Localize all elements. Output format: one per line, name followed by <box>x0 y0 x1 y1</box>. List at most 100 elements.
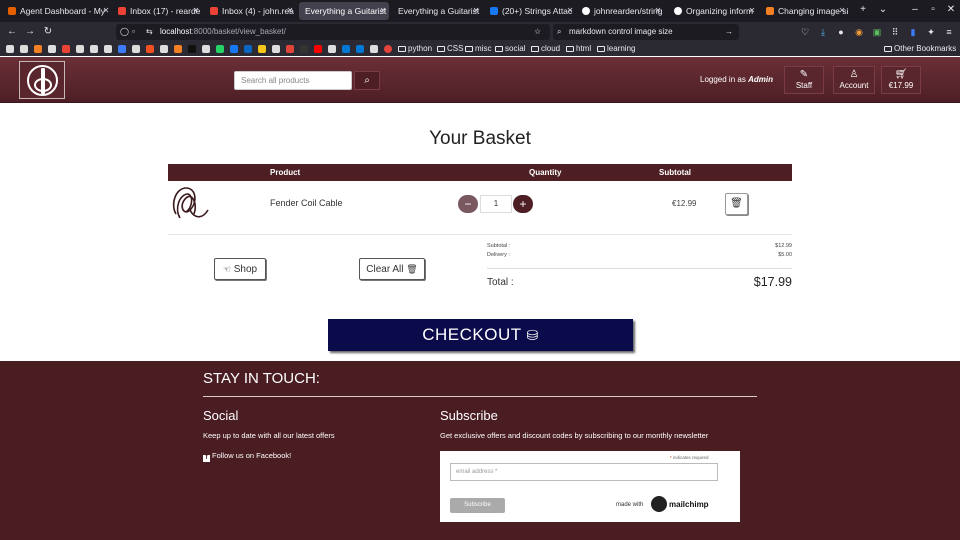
close-tab-icon[interactable]: ✕ <box>472 2 480 20</box>
bookmark-icon[interactable] <box>62 45 70 53</box>
folder-icon <box>597 46 605 52</box>
browser-tab[interactable]: Agent Dashboard - My ✕ <box>4 2 112 20</box>
remove-item-button[interactable]: 🗑︎ <box>725 193 748 215</box>
pocket-icon[interactable]: ♡ <box>799 26 811 38</box>
site-logo[interactable] <box>19 61 65 99</box>
account-button[interactable]: ♙ Account <box>833 66 875 94</box>
mailchimp-logo-text[interactable]: mailchimp <box>669 500 709 509</box>
checkout-button[interactable]: CHECKOUT ⛁ <box>328 319 633 351</box>
bookmark-icon[interactable] <box>244 45 252 53</box>
mailchimp-logo-icon[interactable] <box>651 496 667 512</box>
close-tab-icon[interactable]: ✕ <box>286 2 294 20</box>
bookmark-folder[interactable]: python <box>398 42 432 56</box>
subscribe-button[interactable]: Subscribe <box>450 498 505 513</box>
bookmark-folder[interactable]: cloud <box>531 42 560 56</box>
browser-tab[interactable]: (20+) Strings Attac ✕ <box>486 2 576 20</box>
bookmark-icon[interactable] <box>48 45 56 53</box>
product-search-input[interactable]: Search all products <box>234 71 352 90</box>
list-tabs-icon[interactable]: ⌄ <box>876 3 890 17</box>
clear-all-button[interactable]: Clear All 🗑︎ <box>359 258 425 280</box>
bookmark-icon[interactable] <box>286 45 294 53</box>
browser-tab[interactable]: Inbox (4) - john.rea ✕ <box>206 2 296 20</box>
bookmark-icon[interactable] <box>216 45 224 53</box>
facebook-link[interactable]: f Follow us on Facebook! <box>203 451 291 462</box>
newsletter-email-input[interactable]: email address * <box>450 463 718 481</box>
reload-icon[interactable]: ↻ <box>41 25 55 39</box>
extension-icon[interactable]: ◉ <box>853 26 865 38</box>
shop-button[interactable]: ☜ Shop <box>214 258 266 280</box>
close-tab-icon[interactable]: ✕ <box>838 2 846 20</box>
bookmark-folder[interactable]: misc <box>465 42 491 56</box>
bookmark-icon[interactable] <box>188 45 196 53</box>
url-bar[interactable]: ◯ ▫ ⇆ localhost:8000/basket/view_basket/… <box>116 24 550 40</box>
new-tab-button[interactable]: + <box>856 3 870 17</box>
browser-tab[interactable]: Organizing inform ✕ <box>670 2 758 20</box>
bookmark-folder[interactable]: learning <box>597 42 635 56</box>
basket-button[interactable]: 🛒︎ €17.99 <box>881 66 921 94</box>
bookmark-icon[interactable] <box>272 45 280 53</box>
bookmark-icon[interactable] <box>132 45 140 53</box>
browser-tab[interactable]: Inbox (17) - rearde ✕ <box>114 2 202 20</box>
bookmark-icon[interactable] <box>328 45 336 53</box>
maximize-icon[interactable]: ▫ <box>926 3 940 17</box>
close-tab-icon[interactable]: ✕ <box>379 2 387 20</box>
bookmark-icon[interactable] <box>356 45 364 53</box>
bookmark-icon[interactable] <box>174 45 182 53</box>
bookmark-icon[interactable] <box>342 45 350 53</box>
search-button[interactable]: ⌕ <box>354 71 380 90</box>
lock-icon[interactable]: ⇆ <box>146 24 153 40</box>
close-tab-icon[interactable]: ✕ <box>192 2 200 20</box>
browser-tab[interactable]: Everything a Guitarist ✕ <box>392 2 482 20</box>
close-tab-icon[interactable]: ✕ <box>566 2 574 20</box>
bookmark-icon[interactable] <box>230 45 238 53</box>
bookmark-star-icon[interactable]: ☆ <box>534 24 541 40</box>
bookmark-icon[interactable] <box>34 45 42 53</box>
extensions-icon[interactable]: ✦ <box>925 26 937 38</box>
bookmark-icon[interactable] <box>370 45 378 53</box>
other-bookmarks-folder[interactable]: Other Bookmarks <box>884 42 956 56</box>
bookmark-folder[interactable]: social <box>495 42 525 56</box>
quantity-input[interactable]: 1 <box>480 195 512 213</box>
bookmark-icon[interactable] <box>20 45 28 53</box>
bookmark-folder[interactable]: html <box>566 42 591 56</box>
bitwarden-icon[interactable]: ▮ <box>907 26 919 38</box>
bookmark-icon[interactable] <box>300 45 308 53</box>
go-arrow-icon[interactable]: → <box>725 24 733 40</box>
shield-icon[interactable]: ◯ <box>120 24 129 40</box>
extension-icon[interactable]: ● <box>835 26 847 38</box>
bookmark-folder[interactable]: CSS <box>437 42 463 56</box>
browser-search-bar[interactable]: ⌕ markdown control image size → <box>553 24 739 40</box>
back-icon[interactable]: ← <box>5 25 19 39</box>
close-tab-icon[interactable]: ✕ <box>748 2 756 20</box>
downloads-icon[interactable]: ⤓ <box>817 26 829 38</box>
quantity-increase-button[interactable]: + <box>513 195 533 213</box>
quantity-decrease-button[interactable]: − <box>458 195 478 213</box>
bookmark-icon[interactable] <box>146 45 154 53</box>
extension-icon[interactable]: ▣ <box>871 26 883 38</box>
close-tab-icon[interactable]: ✕ <box>654 2 662 20</box>
bookmark-icon[interactable] <box>314 45 322 53</box>
bookmark-icon[interactable] <box>104 45 112 53</box>
social-text: Keep up to date with all our latest offe… <box>203 431 335 440</box>
bookmark-icon[interactable] <box>118 45 126 53</box>
bookmark-icon[interactable] <box>90 45 98 53</box>
forward-icon[interactable]: → <box>23 25 37 39</box>
apps-grid-icon[interactable]: ⠿ <box>889 26 901 38</box>
bookmark-icon[interactable] <box>160 45 168 53</box>
bookmark-icon[interactable] <box>202 45 210 53</box>
github-icon <box>582 7 590 15</box>
window-close-icon[interactable]: ✕ <box>944 3 958 17</box>
staff-button[interactable]: ✎ Staff <box>784 66 824 94</box>
bookmark-icon[interactable] <box>6 45 14 53</box>
browser-tab-active[interactable]: Everything a Guitarist ✕ <box>299 2 389 20</box>
bookmark-icon[interactable] <box>258 45 266 53</box>
bookmark-icon[interactable] <box>76 45 84 53</box>
page-info-icon[interactable]: ▫ <box>132 24 135 40</box>
browser-tab[interactable]: johnrearden/string ✕ <box>578 2 664 20</box>
bookmark-icon[interactable] <box>384 45 392 53</box>
trash-icon: 🗑︎ <box>730 198 743 209</box>
menu-icon[interactable]: ≡ <box>943 26 955 38</box>
browser-tab[interactable]: Changing image si ✕ <box>762 2 848 20</box>
minimize-icon[interactable]: – <box>908 3 922 17</box>
close-tab-icon[interactable]: ✕ <box>102 2 110 20</box>
